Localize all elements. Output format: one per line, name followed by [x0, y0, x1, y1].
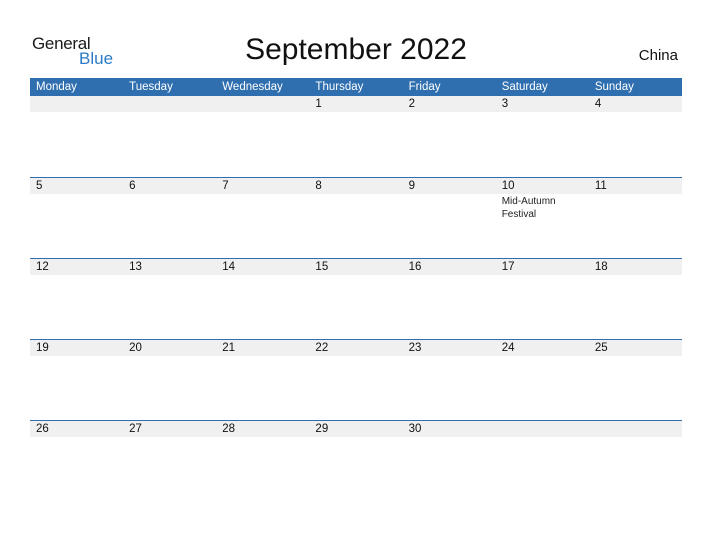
holiday-event [30, 194, 123, 221]
holiday-event [496, 112, 589, 113]
day-number: 22 [315, 342, 329, 354]
day-number: 25 [594, 342, 608, 354]
weekday-monday: Monday [36, 81, 77, 93]
day-number: 20 [129, 342, 142, 354]
day-number: 24 [501, 342, 515, 354]
holiday-event [403, 437, 496, 438]
holiday-event [403, 356, 496, 357]
event-row [30, 275, 682, 276]
holiday-event [123, 437, 216, 438]
day-number: 14 [222, 261, 236, 273]
event-row [30, 356, 682, 357]
day-number: 21 [222, 342, 236, 354]
day-number: 9 [408, 180, 415, 192]
holiday-event [309, 275, 402, 276]
date-number-row: 26 27 28 29 30 [30, 421, 682, 437]
week-row: 5 6 7 8 9 10 11 Mid-Autumn Festival [30, 177, 682, 258]
day-number: 18 [594, 261, 608, 273]
date-number-row: 12 13 14 15 16 17 18 [30, 259, 682, 275]
holiday-event [123, 356, 216, 357]
holiday-event [403, 194, 496, 221]
day-number: 10 [501, 180, 515, 192]
day-number: 4 [594, 98, 602, 110]
date-number-row: 19 20 21 22 23 24 25 [30, 340, 682, 356]
day-number: 13 [129, 261, 142, 273]
holiday-event [216, 437, 309, 438]
day-number: 19 [36, 342, 49, 354]
day-number: 28 [222, 423, 236, 435]
day-number: 6 [129, 180, 136, 192]
day-number: 8 [315, 180, 322, 192]
holiday-event [309, 356, 402, 357]
holiday-event [309, 437, 402, 438]
holiday-event [496, 356, 589, 357]
day-number [123, 96, 216, 112]
day-number [496, 421, 589, 437]
day-number: 3 [501, 98, 509, 110]
holiday-event: Mid-Autumn Festival [501, 196, 556, 220]
holiday-event [216, 275, 309, 276]
holiday-event [496, 437, 589, 438]
holiday-event [309, 112, 402, 113]
holiday-event [30, 437, 123, 438]
weekday-thursday: Thursday [315, 81, 364, 93]
week-row: 1 2 3 4 [30, 96, 682, 177]
weekday-header: Monday Tuesday Wednesday Thursday Friday… [30, 78, 682, 96]
holiday-event [30, 356, 123, 357]
day-number: 27 [129, 423, 142, 435]
week-row: 19 20 21 22 23 24 25 [30, 339, 682, 420]
holiday-event [589, 275, 682, 276]
holiday-event [123, 275, 216, 276]
holiday-event [589, 437, 682, 438]
holiday-event [30, 275, 123, 276]
weekday-saturday: Saturday [501, 81, 548, 93]
holiday-event [123, 112, 216, 113]
event-row [30, 112, 682, 113]
week-row: 12 13 14 15 16 17 18 [30, 258, 682, 339]
day-number [30, 96, 123, 112]
calendar-grid: Monday Tuesday Wednesday Thursday Friday… [30, 78, 682, 501]
holiday-event [216, 112, 309, 113]
day-number: 12 [36, 261, 49, 273]
holiday-event [496, 275, 589, 276]
holiday-event [403, 275, 496, 276]
day-number: 11 [594, 180, 607, 192]
page-title: September 2022 [245, 33, 467, 66]
day-number [216, 96, 309, 112]
day-number: 1 [315, 98, 322, 110]
holiday-event [216, 194, 309, 221]
day-number: 5 [36, 180, 43, 192]
event-row: Mid-Autumn Festival [30, 194, 682, 221]
holiday-event [216, 356, 309, 357]
day-number: 23 [408, 342, 422, 354]
holiday-event [30, 112, 123, 113]
day-number: 2 [408, 98, 415, 110]
holiday-event [123, 194, 216, 221]
day-number: 16 [408, 261, 422, 273]
weekday-sunday: Sunday [594, 81, 634, 93]
day-number: 30 [408, 423, 422, 435]
date-number-row: 1 2 3 4 [30, 96, 682, 112]
day-number: 7 [222, 180, 229, 192]
day-number [589, 421, 682, 437]
holiday-event [309, 194, 402, 221]
weekday-tuesday: Tuesday [129, 81, 173, 93]
weekday-friday: Friday [408, 81, 441, 93]
date-number-row: 5 6 7 8 9 10 11 [30, 178, 682, 194]
day-number: 26 [36, 423, 49, 435]
day-number: 17 [501, 261, 515, 273]
holiday-event [589, 194, 682, 221]
day-number: 15 [315, 261, 329, 273]
holiday-event [589, 112, 682, 113]
day-number: 29 [315, 423, 329, 435]
week-row: 26 27 28 29 30 [30, 420, 682, 501]
holiday-event [589, 356, 682, 357]
holiday-event [403, 112, 496, 113]
event-row [30, 437, 682, 438]
weekday-wednesday: Wednesday [222, 81, 283, 93]
country-label: China [638, 47, 678, 64]
